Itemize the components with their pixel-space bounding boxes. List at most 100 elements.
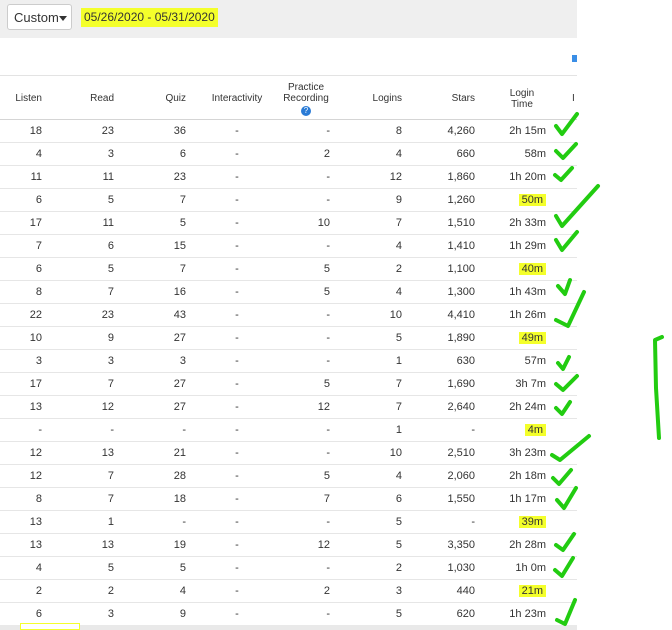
- cell-quiz: 19: [173, 539, 186, 551]
- cell-interactivity: -: [235, 562, 239, 574]
- cell-listen: 4: [35, 148, 42, 160]
- caret-down-icon: [59, 16, 67, 21]
- cell-stars: 1,300: [447, 286, 475, 298]
- filter-bar: Custom 05/26/2020 - 05/31/2020: [0, 0, 577, 38]
- cell-practice: 2: [323, 585, 330, 597]
- cell-stars: 1,260: [447, 194, 475, 206]
- cell-stars: 1,860: [447, 171, 475, 183]
- cell-interactivity: -: [235, 585, 239, 597]
- cell-practice: 2: [323, 148, 330, 160]
- cell-practice: 5: [323, 263, 330, 275]
- cell-listen: 13: [29, 516, 42, 528]
- table-row[interactable]: 13 13 19 - 12 5 3,350 2h 28m: [0, 534, 577, 557]
- footer-tab[interactable]: [20, 623, 80, 630]
- col-header-listen[interactable]: Listen: [0, 76, 42, 121]
- table-row[interactable]: 12 13 21 - - 10 2,510 3h 23m: [0, 442, 577, 465]
- table-row[interactable]: 6 3 9 - - 5 620 1h 23m: [0, 603, 577, 626]
- cell-listen: 18: [29, 125, 42, 137]
- help-icon[interactable]: ?: [301, 105, 311, 116]
- scroll-indicator[interactable]: [572, 55, 577, 62]
- cell-read: 6: [107, 240, 114, 252]
- cell-read: 7: [107, 493, 114, 505]
- table-row[interactable]: 17 11 5 - 10 7 1,510 2h 33m: [0, 212, 577, 235]
- col-header-login-time-line1: Login: [509, 87, 535, 99]
- cell-practice: 5: [323, 286, 330, 298]
- cell-stars: 1,030: [447, 562, 475, 574]
- cell-quiz: 18: [173, 493, 186, 505]
- table-row[interactable]: 13 1 - - - 5 - 39m: [0, 511, 577, 534]
- table-row[interactable]: 17 7 27 - 5 7 1,690 3h 7m: [0, 373, 577, 396]
- table-row[interactable]: 3 3 3 - - 1 630 57m: [0, 350, 577, 373]
- cell-quiz: 28: [173, 470, 186, 482]
- col-header-login-time[interactable]: Login Time: [495, 76, 549, 121]
- col-header-stars[interactable]: Stars: [410, 76, 475, 121]
- cell-stars: 3,350: [447, 539, 475, 551]
- table-row[interactable]: 4 5 5 - - 2 1,030 1h 0m: [0, 557, 577, 580]
- cell-listen: 12: [29, 447, 42, 459]
- cell-interactivity: -: [235, 539, 239, 551]
- cell-time: 2h 24m: [509, 401, 546, 413]
- col-header-interactivity-label: Interactivity: [211, 93, 263, 104]
- cell-listen: 13: [29, 539, 42, 551]
- student-report-table: Listen Read Quiz Interactivity Practice …: [0, 75, 577, 626]
- table-row[interactable]: 11 11 23 - - 12 1,860 1h 20m: [0, 166, 577, 189]
- table-row[interactable]: 6 5 7 - - 9 1,260 50m: [0, 189, 577, 212]
- table-row[interactable]: 12 7 28 - 5 4 2,060 2h 18m: [0, 465, 577, 488]
- cell-logins: 7: [395, 217, 402, 229]
- table-row[interactable]: 18 23 36 - - 8 4,260 2h 15m: [0, 120, 577, 143]
- table-row[interactable]: 4 3 6 - 2 4 660 58m: [0, 143, 577, 166]
- table-row[interactable]: 10 9 27 - - 5 1,890 49m: [0, 327, 577, 350]
- cell-time: 3h 7m: [515, 378, 546, 390]
- cell-time: 2h 18m: [509, 470, 546, 482]
- cell-quiz: 27: [173, 401, 186, 413]
- cell-stars: -: [471, 516, 475, 528]
- cell-time: 1h 20m: [509, 171, 546, 183]
- cell-quiz: 36: [173, 125, 186, 137]
- highlighted-login-time: 4m: [524, 424, 546, 436]
- col-header-quiz[interactable]: Quiz: [120, 76, 186, 121]
- table-row[interactable]: 13 12 27 - 12 7 2,640 2h 24m: [0, 396, 577, 419]
- cell-stars: 440: [456, 585, 475, 597]
- table-row[interactable]: - - - - - 1 - 4m: [0, 419, 577, 442]
- cell-practice: -: [326, 516, 330, 528]
- table-row[interactable]: 2 2 4 - 2 3 440 21m: [0, 580, 577, 603]
- cell-time: 1h 26m: [509, 309, 546, 321]
- cell-listen: 13: [29, 401, 42, 413]
- col-header-login-time-line2: Time: [511, 98, 533, 110]
- table-row[interactable]: 6 5 7 - 5 2 1,100 40m: [0, 258, 577, 281]
- cell-read: 2: [107, 585, 114, 597]
- cell-practice: 5: [323, 470, 330, 482]
- cell-logins: 6: [395, 493, 402, 505]
- table-row[interactable]: 8 7 18 - 7 6 1,550 1h 17m: [0, 488, 577, 511]
- cell-logins: 7: [395, 378, 402, 390]
- cell-stars: 660: [456, 148, 475, 160]
- cell-read: 11: [102, 217, 114, 229]
- cell-listen: 12: [29, 470, 42, 482]
- col-header-practice-recording[interactable]: Practice Recording ?: [274, 76, 338, 121]
- table-row[interactable]: 7 6 15 - - 4 1,410 1h 29m: [0, 235, 577, 258]
- cell-quiz: 6: [179, 148, 186, 160]
- col-header-read[interactable]: Read: [50, 76, 114, 121]
- col-header-partial[interactable]: I: [572, 76, 577, 121]
- cell-read: 23: [101, 309, 114, 321]
- cell-interactivity: -: [235, 194, 239, 206]
- col-header-interactivity[interactable]: Interactivity: [200, 76, 274, 121]
- cell-logins: 12: [389, 171, 402, 183]
- cell-practice: 5: [323, 378, 330, 390]
- cell-read: 5: [107, 263, 114, 275]
- cell-practice: -: [326, 125, 330, 137]
- cell-quiz: -: [182, 516, 186, 528]
- table-row[interactable]: 8 7 16 - 5 4 1,300 1h 43m: [0, 281, 577, 304]
- cell-read: 5: [107, 562, 114, 574]
- cell-listen: -: [38, 424, 42, 436]
- cell-interactivity: -: [235, 263, 239, 275]
- cell-time: 58m: [524, 148, 546, 160]
- date-range-select[interactable]: Custom: [7, 4, 72, 30]
- table-row[interactable]: 22 23 43 - - 10 4,410 1h 26m: [0, 304, 577, 327]
- col-header-logins[interactable]: Logins: [346, 76, 402, 121]
- cell-stars: 620: [456, 608, 475, 620]
- highlighted-login-time: 40m: [518, 263, 546, 275]
- cell-practice: -: [326, 562, 330, 574]
- cell-time: 39m: [480, 511, 546, 533]
- date-range-input[interactable]: 05/26/2020 - 05/31/2020: [81, 8, 218, 27]
